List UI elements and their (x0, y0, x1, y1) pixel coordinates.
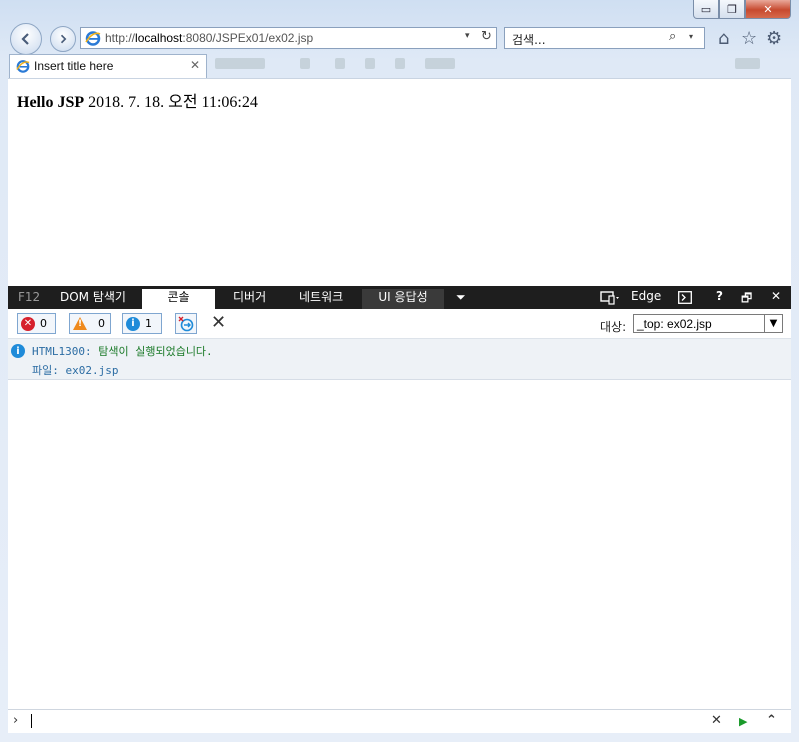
search-placeholder: 검색... (512, 33, 546, 47)
emulation-icon[interactable] (600, 291, 620, 305)
url-text: http://localhost:8080/JSPEx01/ex02.jsp (105, 31, 314, 45)
forward-button[interactable] (50, 26, 76, 52)
text-caret (31, 714, 32, 728)
minimize-button[interactable]: ▭ (693, 0, 719, 19)
search-box[interactable]: 검색... ⌕ ▾ (504, 27, 705, 49)
info-icon: i (11, 344, 25, 358)
help-icon[interactable]: ? (716, 289, 723, 303)
info-count: 1 (145, 317, 152, 330)
arrow-left-icon (21, 33, 29, 45)
prompt-icon: › (13, 713, 19, 728)
console-toggle-icon[interactable] (678, 291, 692, 304)
tab-title: Insert title here (34, 59, 114, 73)
undock-icon[interactable]: 🗗 (741, 289, 752, 310)
warnings-count: 0 (98, 317, 105, 330)
chevron-down-icon[interactable]: ▼ (764, 315, 782, 332)
address-dropdown-icon[interactable]: ▾ (465, 31, 470, 41)
clear-on-navigate-button[interactable] (175, 313, 197, 334)
tab-console[interactable]: 콘솔 (142, 289, 215, 309)
arrow-right-icon (60, 34, 67, 44)
devtools-tab-bar: F12 DOM 탐색기 콘솔 디버거 네트워크 UI 응답성 ⏷ Edge ? … (8, 286, 791, 309)
target-value: _top: ex02.jsp (637, 317, 712, 331)
tab-network[interactable]: 네트워크 (299, 289, 343, 309)
gear-icon[interactable]: ⚙ (766, 28, 782, 49)
timestamp-text: 2018. 7. 18. 오전 11:06:24 (84, 94, 258, 111)
hello-jsp-text: Hello JSP (17, 94, 85, 111)
back-button[interactable] (10, 23, 42, 55)
window-controls: ▭ ❐ ✕ (693, 0, 791, 19)
close-button[interactable]: ✕ (745, 0, 791, 19)
target-label: 대상: (600, 320, 627, 334)
ie-logo-icon (85, 31, 101, 46)
info-icon: i (126, 316, 140, 331)
target-select[interactable]: _top: ex02.jsp ▼ (633, 314, 783, 333)
tab-dom-explorer[interactable]: DOM 탐색기 (60, 289, 126, 309)
page-output-line: Hello JSP 2018. 7. 18. 오전 11:06:24 (17, 88, 258, 112)
console-input[interactable]: › ✕ ▶ ⌃ (8, 709, 791, 733)
errors-filter-button[interactable]: ✕ 0 (17, 313, 56, 334)
info-filter-button[interactable]: i1 (122, 313, 162, 334)
clear-console-icon[interactable]: ✕ (211, 312, 226, 333)
address-bar[interactable]: http://localhost:8080/JSPEx01/ex02.jsp ▾… (80, 27, 497, 49)
ie-logo-icon (16, 60, 30, 73)
emulation-mode-label[interactable]: Edge (631, 289, 661, 303)
home-icon[interactable]: ⌂ (718, 28, 729, 49)
clear-input-icon[interactable]: ✕ (711, 713, 722, 728)
expand-icon[interactable]: ⌃ (766, 713, 777, 728)
tab-insert-title[interactable]: Insert title here ✕ (9, 54, 207, 78)
console-message: i HTML1300: 탐색이 실행되었습니다. 파일: ex02.jsp (8, 339, 791, 380)
message-file-link[interactable]: 파일: ex02.jsp (32, 362, 118, 378)
tab-close-icon[interactable]: ✕ (190, 58, 200, 72)
error-icon: ✕ (21, 316, 35, 331)
console-output: i HTML1300: 탐색이 실행되었습니다. 파일: ex02.jsp (8, 339, 791, 709)
errors-count: 0 (40, 317, 47, 330)
tab-ui-responsiveness[interactable]: UI 응답성 (362, 289, 444, 309)
refresh-icon[interactable]: ↻ (481, 29, 492, 44)
console-toolbar: ✕ 0 ! 0 i1 ✕ 대상: _top: ex02.jsp ▼ (8, 309, 791, 339)
clear-on-navigate-icon (178, 316, 194, 331)
message-text: 탐색이 실행되었습니다. (91, 345, 213, 358)
tab-debugger[interactable]: 디버거 (233, 289, 266, 309)
background-ghost-toolbar (210, 55, 770, 75)
browser-window: ▭ ❐ ✕ http://localhost:8080/JSPEx01/ex02… (0, 0, 799, 742)
search-icon[interactable]: ⌕ (669, 29, 676, 44)
message-line: HTML1300: 탐색이 실행되었습니다. (32, 343, 213, 359)
run-icon[interactable]: ▶ (739, 715, 747, 728)
more-tabs-icon[interactable]: ⏷ (456, 289, 466, 309)
maximize-button[interactable]: ❐ (719, 0, 745, 19)
warnings-filter-button[interactable]: ! 0 (69, 313, 111, 334)
page-content: Hello JSP 2018. 7. 18. 오전 11:06:24 (8, 78, 791, 286)
message-code[interactable]: HTML1300: (32, 345, 92, 358)
f12-label: F12 (18, 290, 41, 304)
warning-icon: ! (73, 317, 87, 330)
search-dropdown-icon[interactable]: ▾ (689, 32, 693, 41)
devtools-close-icon[interactable]: ✕ (771, 289, 781, 303)
star-icon[interactable]: ☆ (741, 28, 757, 49)
